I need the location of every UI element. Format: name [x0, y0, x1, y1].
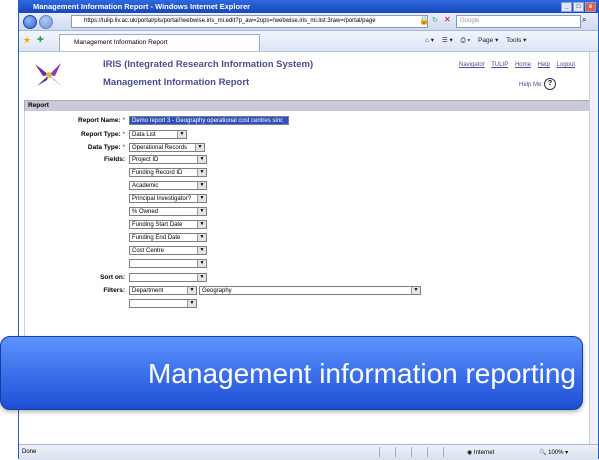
status-text: Done — [22, 449, 37, 455]
chevron-down-icon: ▼ — [197, 195, 206, 202]
minimize-button[interactable]: _ — [561, 2, 572, 12]
chevron-down-icon: ▼ — [411, 287, 420, 294]
chevron-down-icon: ▼ — [197, 169, 206, 176]
chevron-down-icon: ▼ — [197, 274, 206, 281]
url-input[interactable]: https://tulip.liv.ac.uk/portal/pls/porta… — [71, 15, 428, 28]
window-title: Management Information Report - Windows … — [33, 2, 251, 11]
command-bar: ⌂ ▾ ☰ ▾ ⎙ ▾ Page ▾ Tools ▾ — [419, 36, 526, 45]
maximize-button[interactable]: □ — [573, 2, 584, 12]
banner-text: Management information reporting — [147, 358, 576, 389]
feeds-icon[interactable]: ☰ ▾ — [442, 37, 453, 44]
print-icon[interactable]: ⎙ ▾ — [461, 37, 471, 44]
refresh-icon[interactable]: ↻ — [432, 16, 438, 24]
field-select[interactable]: Project ID ▼ — [129, 155, 207, 164]
tab-label: Management Information Report — [74, 39, 168, 46]
status-panes — [379, 447, 459, 459]
forward-icon[interactable] — [39, 15, 53, 29]
search-icon[interactable]: ⌕ — [582, 15, 586, 25]
page-menu[interactable]: Page ▾ — [478, 37, 498, 44]
field-select[interactable]: % Owned ▼ — [129, 207, 207, 216]
close-button[interactable]: x — [585, 2, 596, 12]
filter-value-select[interactable]: Geography ▼ — [199, 286, 421, 295]
chevron-down-icon: ▼ — [177, 131, 186, 138]
back-icon[interactable] — [23, 15, 37, 29]
search-input[interactable]: Google — [456, 15, 581, 28]
title-bar: Management Information Report - Windows … — [19, 0, 598, 13]
chevron-down-icon: ▼ — [197, 234, 206, 241]
report-name-label: Report Name: * — [78, 117, 125, 124]
app-title: IRIS (Integrated Research Information Sy… — [103, 59, 314, 70]
link-navigator[interactable]: Navigator — [459, 62, 485, 68]
zoom-level[interactable]: 🔍 100% ▾ — [539, 449, 568, 456]
field-select[interactable]: ▼ — [129, 259, 207, 268]
chevron-down-icon: ▼ — [197, 208, 206, 215]
caption-banner: Management information reporting — [0, 336, 583, 410]
chevron-down-icon: ▼ — [187, 287, 196, 294]
internet-zone: ◉ Internet — [467, 450, 495, 456]
chevron-down-icon: ▼ — [197, 247, 206, 254]
chevron-down-icon: ▼ — [187, 300, 196, 307]
chevron-down-icon: ▼ — [197, 182, 206, 189]
home-icon[interactable]: ⌂ ▾ — [425, 37, 434, 44]
filter-extra-select[interactable]: ▼ — [129, 299, 197, 308]
tools-menu[interactable]: Tools ▾ — [506, 37, 526, 44]
add-favorites-icon[interactable]: ✚ — [37, 35, 44, 44]
report-name-input[interactable]: Demo report 3 - Geography operational co… — [129, 116, 289, 125]
top-links: Navigator TULIP Home Help Logout — [459, 62, 580, 68]
tab-current[interactable]: Management Information Report — [59, 34, 260, 51]
help-label: Help Me: — [519, 82, 544, 88]
stop-icon[interactable]: ✕ — [444, 15, 451, 24]
chevron-down-icon: ▼ — [195, 144, 204, 151]
chevron-down-icon: ▼ — [197, 260, 206, 267]
status-bar: Done ◉ Internet 🔍 100% ▾ — [19, 444, 598, 460]
chevron-down-icon: ▼ — [197, 221, 206, 228]
field-select[interactable]: Academic ▼ — [129, 181, 207, 190]
filter-field-select[interactable]: Department ▼ — [129, 286, 197, 295]
link-help[interactable]: Help — [538, 62, 550, 68]
report-type-label: Report Type: * — [81, 131, 125, 138]
report-type-select[interactable]: Data List ▼ — [129, 130, 187, 139]
fields-label: Fields: — [104, 156, 125, 163]
page-title: Management Information Report — [103, 77, 250, 88]
sort-label: Sort on: — [100, 274, 125, 281]
iris-logo — [35, 63, 63, 87]
field-select[interactable]: Cost Centre ▼ — [129, 246, 207, 255]
lock-icon[interactable]: 🔒 — [419, 16, 429, 25]
address-bar: https://tulip.liv.ac.uk/portal/pls/porta… — [19, 13, 598, 31]
tab-bar: ★ ✚ Management Information Report ⌂ ▾ ☰ … — [19, 31, 598, 52]
chevron-down-icon: ▼ — [197, 156, 206, 163]
favorites-star-icon[interactable]: ★ — [23, 35, 31, 46]
field-select[interactable]: Funding Record ID ▼ — [129, 168, 207, 177]
link-logout[interactable]: Logout — [557, 62, 575, 68]
data-type-label: Data Type: * — [87, 144, 125, 151]
field-select[interactable]: Principal Investigator? ▼ — [129, 194, 207, 203]
filters-label: Filters: — [103, 287, 125, 294]
link-tulip[interactable]: TULIP — [491, 62, 508, 68]
field-select[interactable]: Funding End Date ▼ — [129, 233, 207, 242]
page-scrollbar[interactable] — [589, 52, 598, 444]
sort-select[interactable]: ▼ — [129, 273, 207, 282]
help-icon[interactable]: ? — [544, 78, 556, 90]
data-type-select[interactable]: Operational Records ▼ — [129, 143, 205, 152]
link-home[interactable]: Home — [515, 62, 531, 68]
report-form: Report Name: * Demo report 3 - Geography… — [24, 111, 590, 371]
field-select[interactable]: Funding Start Date ▼ — [129, 220, 207, 229]
